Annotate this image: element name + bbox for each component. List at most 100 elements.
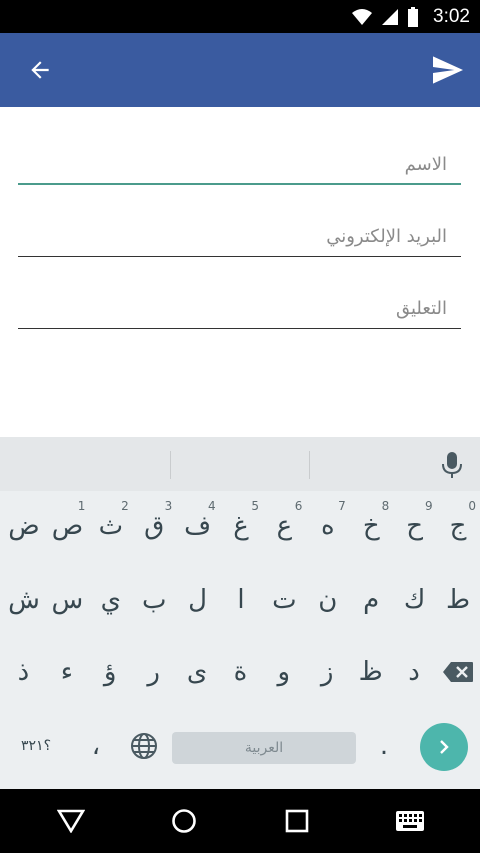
key-char: س	[51, 585, 84, 615]
keyboard-row-2: طكمنتالبيسش	[0, 567, 480, 637]
key-char: ل	[188, 585, 208, 615]
key-row2-2[interactable]: م	[349, 567, 393, 633]
key-row2-10[interactable]: ش	[2, 567, 46, 633]
key-row2-7[interactable]: ب	[132, 567, 176, 633]
comment-input[interactable]	[18, 289, 461, 328]
key-row2-6[interactable]: ل	[176, 567, 220, 633]
key-number-hint: 7	[338, 499, 346, 513]
key-number-hint: 2	[121, 499, 129, 513]
key-char: ة	[233, 657, 248, 687]
circle-home-icon	[171, 809, 196, 833]
key-row1-7[interactable]: ق3	[132, 493, 176, 559]
key-char: غ	[233, 511, 249, 541]
key-char: ث	[98, 511, 124, 541]
suggestion-divider	[170, 451, 171, 479]
microphone-button[interactable]	[440, 451, 464, 479]
globe-icon	[131, 733, 157, 759]
key-char: م	[363, 585, 380, 615]
key-char: ق	[144, 511, 165, 541]
key-row3-4[interactable]: ة	[218, 639, 262, 705]
back-nav-button[interactable]	[45, 795, 97, 847]
key-row2-0[interactable]: ط	[436, 567, 480, 633]
key-row1-8[interactable]: ث2	[89, 493, 133, 559]
key-row3-0[interactable]: د	[392, 639, 436, 705]
key-row2-1[interactable]: ك	[393, 567, 437, 633]
key-row3-7[interactable]: ؤ	[88, 639, 132, 705]
key-char: ظ	[358, 657, 383, 687]
key-row2-5[interactable]: ا	[219, 567, 263, 633]
space-bar[interactable]: العربية	[172, 732, 356, 764]
app-bar	[0, 33, 480, 107]
key-number-hint: 9	[424, 499, 433, 513]
status-icons: 3:02	[351, 6, 470, 28]
email-field[interactable]	[18, 217, 461, 257]
numbers-key[interactable]: ؟٣٢١	[12, 713, 60, 779]
key-row3-8[interactable]: ء	[45, 639, 89, 705]
key-row1-2[interactable]: خ8	[349, 493, 393, 559]
key-number-hint: 5	[251, 499, 259, 513]
recents-nav-button[interactable]	[271, 795, 323, 847]
key-char: ف	[184, 511, 212, 541]
key-char: ب	[141, 585, 167, 615]
keyboard-icon	[395, 811, 424, 831]
name-input[interactable]	[18, 145, 461, 183]
keyboard-row-3: دظزوةىرؤءذ	[0, 639, 480, 709]
language-key[interactable]	[122, 713, 166, 779]
key-row1-1[interactable]: ح9	[393, 493, 437, 559]
key-char: ت	[272, 585, 297, 615]
key-row1-4[interactable]: ع6	[262, 493, 306, 559]
key-char: ذ	[17, 657, 30, 687]
key-row3-2[interactable]: ز	[305, 639, 349, 705]
key-char: ه	[321, 511, 335, 541]
signal-icon	[382, 8, 399, 25]
wifi-icon	[352, 8, 373, 25]
status-bar: 3:02	[0, 0, 480, 33]
back-button[interactable]	[22, 52, 58, 88]
square-recents-icon	[285, 809, 308, 833]
key-char: ا	[237, 585, 245, 615]
period-key[interactable]: .	[362, 713, 406, 779]
suggestion-strip	[0, 437, 480, 491]
name-field[interactable]	[18, 145, 461, 185]
keyboard-row-1: ج0ح9خ8ه7ع6غ5ف4ق3ث2ص1ض	[0, 493, 480, 563]
comment-field[interactable]	[18, 289, 461, 329]
key-char: ز	[320, 657, 334, 687]
key-char: ح	[406, 511, 424, 541]
comma-key[interactable]: ،	[74, 713, 118, 779]
key-row1-5[interactable]: غ5	[219, 493, 263, 559]
key-row1-0[interactable]: ج0	[436, 493, 480, 559]
key-char: ط	[445, 585, 471, 615]
key-char: ش	[8, 585, 40, 615]
key-char: ن	[318, 585, 338, 615]
home-nav-button[interactable]	[158, 795, 210, 847]
key-number-hint: 3	[164, 499, 173, 513]
email-input[interactable]	[18, 217, 461, 256]
send-icon	[433, 56, 463, 84]
key-row2-4[interactable]: ت	[262, 567, 306, 633]
key-number-hint: 0	[468, 499, 476, 513]
key-row3-9[interactable]: ذ	[1, 639, 45, 705]
key-char: ء	[60, 657, 73, 687]
send-button[interactable]	[430, 52, 466, 88]
triangle-back-icon	[56, 809, 85, 833]
key-row3-1[interactable]: ظ	[349, 639, 393, 705]
key-number-hint: 6	[294, 499, 303, 513]
key-char: ض	[8, 511, 40, 541]
key-row1-9[interactable]: ص1	[45, 493, 89, 559]
key-row1-6[interactable]: ف4	[176, 493, 220, 559]
backspace-key[interactable]	[436, 639, 480, 705]
comment-form	[0, 107, 480, 437]
enter-key[interactable]	[420, 723, 468, 771]
key-row1-10[interactable]: ض	[2, 493, 46, 559]
key-row3-3[interactable]: و	[262, 639, 306, 705]
key-row3-5[interactable]: ى	[175, 639, 219, 705]
key-char: ك	[403, 585, 426, 615]
arrow-back-icon	[31, 61, 49, 79]
key-row2-9[interactable]: س	[45, 567, 89, 633]
key-row2-8[interactable]: ي	[89, 567, 133, 633]
key-char: ص	[51, 511, 84, 541]
key-row1-3[interactable]: ه7	[306, 493, 350, 559]
key-row2-3[interactable]: ن	[306, 567, 350, 633]
keyboard-switch-button[interactable]	[384, 795, 436, 847]
key-row3-6[interactable]: ر	[132, 639, 176, 705]
